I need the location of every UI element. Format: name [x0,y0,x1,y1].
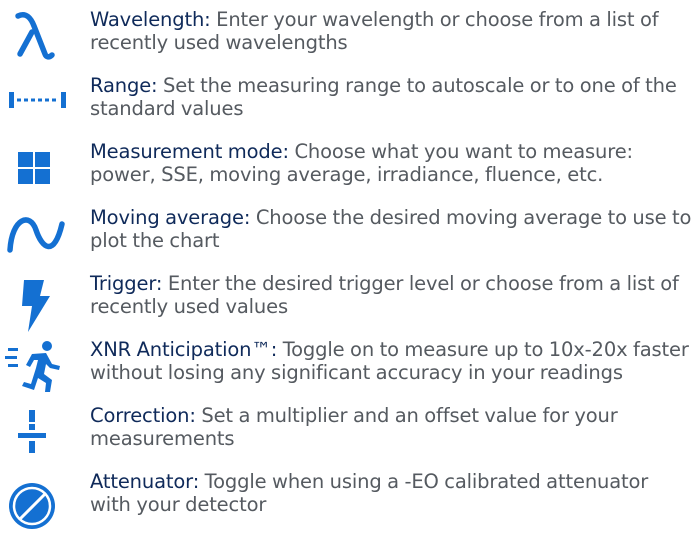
lightning-icon [0,268,80,334]
running-person-icon [0,334,80,400]
item-label: Measurement mode: [90,140,289,163]
lambda-icon [0,4,80,70]
attenuator-icon [0,466,80,532]
item-label: Attenuator: [90,470,200,493]
item-text: Measurement mode: Choose what you want t… [90,140,694,186]
list-item-attenuator: Attenuator: Toggle when using a -EO cali… [0,466,694,532]
item-label: Range: [90,74,158,97]
item-label: Moving average: [90,206,251,229]
grid-icon [0,136,80,202]
correction-icon [0,400,80,466]
item-label: Wavelength: [90,8,211,31]
item-text: Correction: Set a multiplier and an offs… [90,404,694,450]
list-item-range: Range: Set the measuring range to autosc… [0,70,694,136]
item-label: XNR Anticipation™: [90,338,278,361]
list-item-measurement-mode: Measurement mode: Choose what you want t… [0,136,694,202]
list-item-trigger: Trigger: Enter the desired trigger level… [0,268,694,334]
item-text: Moving average: Choose the desired movin… [90,206,694,252]
item-label: Trigger: [90,272,163,295]
list-item-correction: Correction: Set a multiplier and an offs… [0,400,694,466]
item-text: Trigger: Enter the desired trigger level… [90,272,694,318]
item-text: Attenuator: Toggle when using a -EO cali… [90,470,694,516]
item-text: Wavelength: Enter your wavelength or cho… [90,8,694,54]
list-item-xnr-anticipation: XNR Anticipation™: Toggle on to measure … [0,334,694,400]
item-description: Set the measuring range to autoscale or … [90,74,677,120]
item-text: Range: Set the measuring range to autosc… [90,74,694,120]
item-text: XNR Anticipation™: Toggle on to measure … [90,338,694,384]
range-icon [0,70,80,136]
list-item-wavelength: Wavelength: Enter your wavelength or cho… [0,4,694,70]
item-description: Enter the desired trigger level or choos… [90,272,679,318]
sine-wave-icon [0,202,80,268]
list-item-moving-average: Moving average: Choose the desired movin… [0,202,694,268]
item-label: Correction: [90,404,196,427]
